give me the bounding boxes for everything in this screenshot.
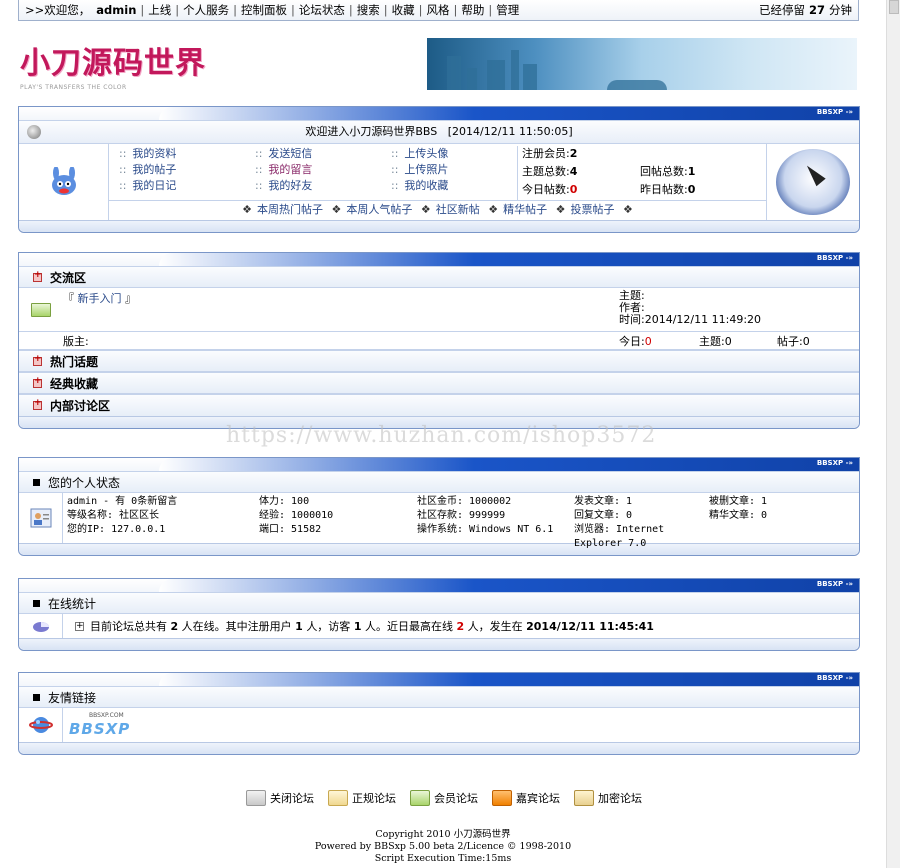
link-my-favorites[interactable]: :: 我的收藏 — [391, 178, 517, 194]
forum-type-legend: 关闭论坛 正规论坛 会员论坛 嘉宾论坛 加密论坛 — [246, 790, 642, 806]
link-weekly-popular[interactable]: 本周人气帖子 — [346, 203, 412, 216]
link-new-posts[interactable]: 社区新帖 — [436, 203, 480, 216]
stay-time: 已经停留 27 分钟 — [758, 3, 852, 17]
nav-favorites[interactable]: 收藏 — [392, 2, 415, 18]
legend-encrypted: 加密论坛 — [574, 790, 642, 806]
welcome-time: [2014/12/11 11:50:05] — [447, 125, 573, 138]
link-my-profile[interactable]: :: 我的资料 — [119, 146, 245, 162]
header-banner — [427, 38, 857, 90]
board-moderator-row: 版主: 今日:0 主题:0 帖子:0 — [19, 332, 859, 350]
vertical-scrollbar[interactable] — [886, 0, 900, 868]
welcome-text: >>欢迎您， — [25, 3, 91, 17]
expand-icon[interactable] — [33, 270, 42, 282]
board-row: 『 新手入门 』 主题: 作者: 时间:2014/12/11 11:49:20 — [19, 288, 859, 332]
link-my-diary[interactable]: :: 我的日记 — [119, 178, 245, 194]
mascot-icon — [19, 144, 109, 220]
online-header: 在线统计 — [19, 592, 859, 614]
personal-status-panel: BBSXP -» 您的个人状态 admin - 有 0条新留言 等级名称: 社区区… — [18, 457, 860, 556]
legend-member: 会员论坛 — [410, 790, 478, 806]
status-col-2: 体力: 100 经验: 1000010 端口: 51582 — [259, 496, 334, 535]
logo-subtitle: PLAY'S TRANSFERS THE COLOR — [20, 84, 127, 91]
compass-icon — [776, 149, 850, 215]
hot-links-bar: ❖ 本周热门帖子 ❖ 本周人气帖子 ❖ 社区新帖 ❖ 精华帖子 ❖ 投票帖子 ❖ — [109, 200, 766, 218]
expand-icon[interactable] — [33, 376, 42, 388]
powered-by: Powered by BBSxp 5.00 beta 2/Licence © 1… — [314, 841, 572, 852]
expand-online-icon[interactable]: + — [75, 621, 84, 631]
copyright: Copyright 2010 小刀源码世界 — [375, 829, 511, 840]
category-exchange[interactable]: 交流区 — [19, 266, 859, 288]
folder-icon — [31, 302, 51, 317]
link-featured[interactable]: 精华帖子 — [503, 203, 547, 216]
nav-personal-service[interactable]: 个人服务 — [183, 2, 229, 18]
scrollbar-thumb[interactable] — [889, 0, 899, 14]
globe-icon — [19, 708, 63, 742]
link-upload-photo[interactable]: :: 上传照片 — [391, 162, 517, 178]
normal-folder-icon — [328, 790, 348, 806]
site-logo[interactable]: 小刀源码世界 PLAY'S TRANSFERS THE COLOR — [20, 38, 210, 100]
forum-list-panel: BBSXP -» 交流区 『 新手入门 』 主题: 作者: 时间:2014/12… — [18, 252, 860, 429]
user-card-icon — [19, 493, 63, 543]
bbsxp-logo-link[interactable]: BBSXP.COM BBSXP — [69, 712, 149, 738]
link-upload-avatar[interactable]: :: 上传头像 — [391, 146, 517, 162]
nav-admin[interactable]: 管理 — [496, 2, 519, 18]
page-footer: Copyright 2010 小刀源码世界 Powered by BBSxp 5… — [0, 829, 886, 865]
status-col-3: 社区金币: 1000002 社区存款: 999999 操作系统: Windows N… — [417, 496, 554, 535]
member-folder-icon — [410, 790, 430, 806]
welcome-title: 欢迎进入小刀源码世界BBS — [305, 125, 438, 138]
online-summary: 目前论坛总共有 2 人在线。其中注册用户 1 人，访客 1 人。近日最高在线 2… — [90, 620, 654, 633]
legend-normal: 正规论坛 — [328, 790, 396, 806]
category-internal[interactable]: 内部讨论区 — [19, 394, 859, 416]
legend-guest: 嘉宾论坛 — [492, 790, 560, 806]
board-name-link[interactable]: 新手入门 — [78, 292, 122, 305]
forum-stats: 注册会员:2 主题总数:4 回帖总数:1 今日帖数:0 昨日帖数:0 — [517, 146, 766, 200]
welcome-title-bar: 欢迎进入小刀源码世界BBS [2014/12/11 11:50:05] — [19, 120, 859, 144]
watermark: https://www.huzhan.com/ishop3572 — [226, 423, 657, 448]
expand-icon[interactable] — [33, 398, 42, 410]
link-weekly-hot[interactable]: 本周热门帖子 — [257, 203, 323, 216]
status-col-4: 发表文章: 1 回复文章: 0 浏览器: Internet Explorer 7.0 — [574, 496, 665, 549]
guest-folder-icon — [492, 790, 512, 806]
online-stats-panel: BBSXP -» 在线统计 + 目前论坛总共有 2 人在线。其中注册用户 1 人… — [18, 578, 860, 651]
friend-links-panel: BBSXP -» 友情链接 BBSXP.COM BBSXP — [18, 672, 860, 755]
board-last-post: 主题: 作者: 时间:2014/12/11 11:49:20 — [619, 289, 762, 326]
username-link[interactable]: admin — [96, 3, 136, 17]
nav-search[interactable]: 搜索 — [357, 2, 380, 18]
status-col-5: 被删文章: 1 精华文章: 0 — [709, 496, 768, 521]
status-header: 您的个人状态 — [19, 471, 859, 493]
lock-folder-icon — [574, 790, 594, 806]
status-col-1: admin - 有 0条新留言 等级名称: 社区区长 您的IP: 127.0.0.1 — [67, 496, 178, 535]
nav-style[interactable]: 风格 — [427, 2, 450, 18]
nav-control-panel[interactable]: 控制面板 — [241, 2, 287, 18]
category-classic[interactable]: 经典收藏 — [19, 372, 859, 394]
link-my-guestbook[interactable]: :: 我的留言 — [255, 162, 381, 178]
nav-online[interactable]: 上线 — [148, 2, 171, 18]
speaker-icon — [27, 125, 41, 139]
nav-help[interactable]: 帮助 — [461, 2, 484, 18]
link-my-posts[interactable]: :: 我的帖子 — [119, 162, 245, 178]
nav-forum-status[interactable]: 论坛状态 — [299, 2, 345, 18]
closed-folder-icon — [246, 790, 266, 806]
friends-header: 友情链接 — [19, 686, 859, 708]
link-polls[interactable]: 投票帖子 — [571, 203, 615, 216]
expand-icon[interactable] — [33, 354, 42, 366]
logo-title: 小刀源码世界 — [20, 46, 206, 81]
link-my-friends[interactable]: :: 我的好友 — [255, 178, 381, 194]
link-send-message[interactable]: :: 发送短信 — [255, 146, 381, 162]
category-hot-topics[interactable]: 热门话题 — [19, 350, 859, 372]
pie-chart-icon — [19, 614, 63, 638]
top-nav-bar: >>欢迎您， admin | 上线 | 个人服务 | 控制面板 | 论坛状态 | 搜索 |… — [18, 0, 859, 21]
welcome-panel: BBSXP -» 欢迎进入小刀源码世界BBS [2014/12/11 11:50… — [18, 106, 860, 233]
legend-closed: 关闭论坛 — [246, 790, 314, 806]
execution-time: Script Execution Time:15ms — [374, 853, 512, 864]
